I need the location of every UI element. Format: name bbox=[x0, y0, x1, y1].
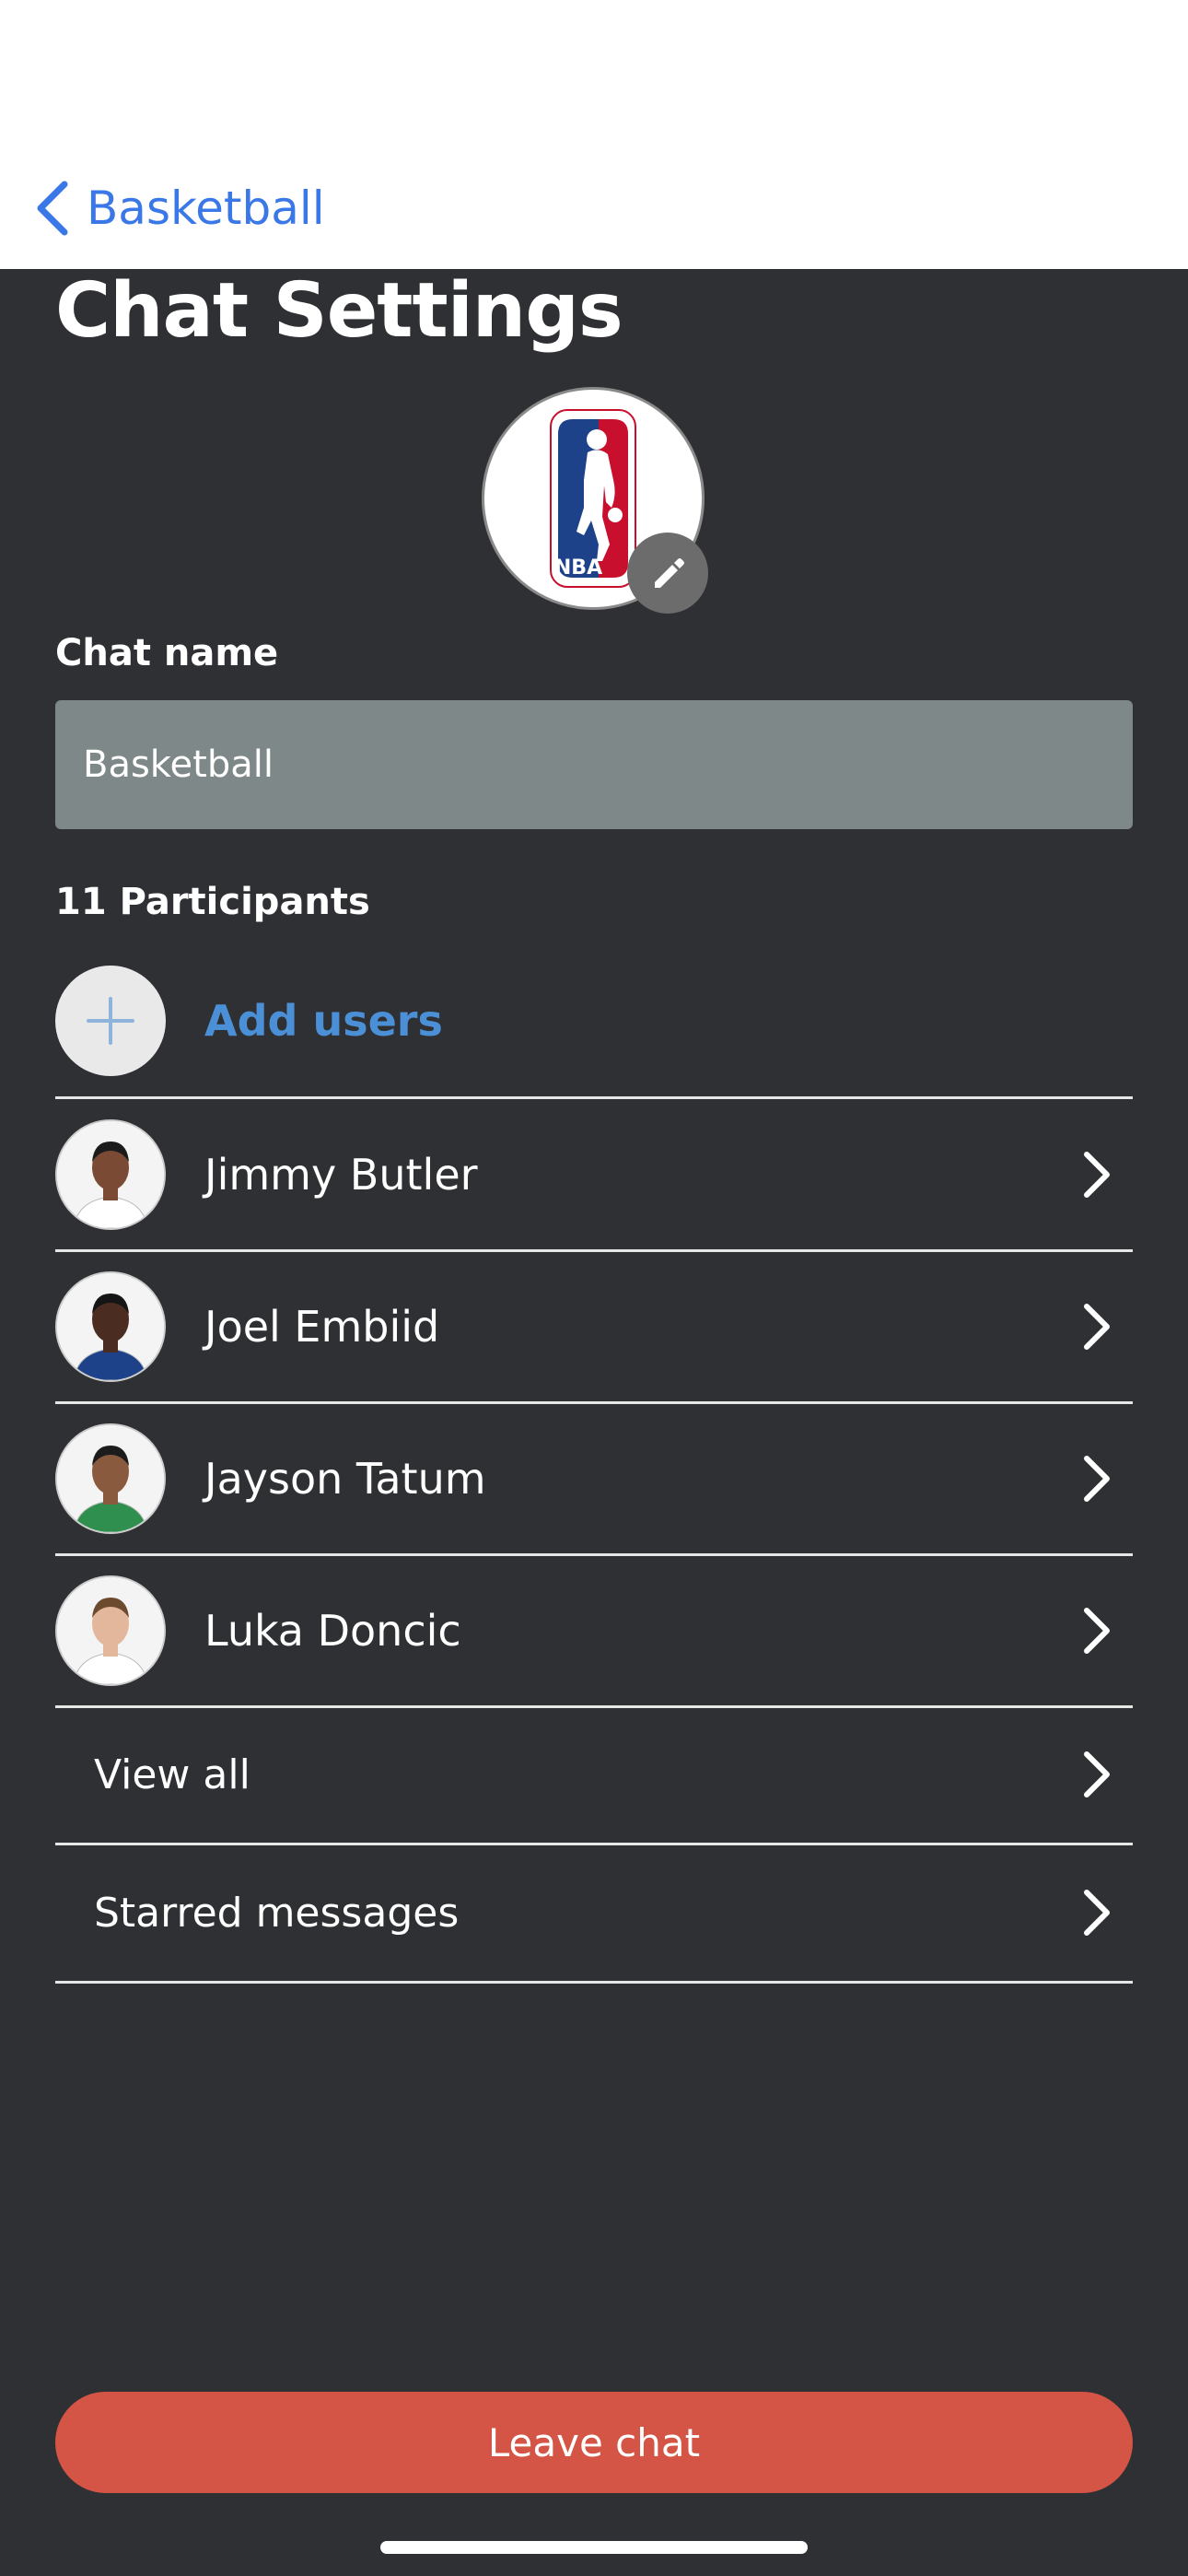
participants-count: 11 Participants bbox=[55, 881, 370, 923]
add-users-button[interactable]: Add users bbox=[55, 966, 1133, 1076]
participant-name: Joel Embiid bbox=[204, 1302, 440, 1352]
divider bbox=[55, 1843, 1133, 1845]
chevron-right-icon bbox=[1084, 1890, 1110, 1936]
participant-row[interactable]: Jayson Tatum bbox=[55, 1404, 1133, 1553]
back-button[interactable]: Basketball bbox=[33, 175, 325, 241]
avatar bbox=[55, 1271, 166, 1382]
divider bbox=[55, 1096, 1133, 1099]
chat-avatar[interactable]: NBA bbox=[482, 387, 708, 614]
leave-chat-button[interactable]: Leave chat bbox=[55, 2392, 1133, 2493]
home-indicator[interactable] bbox=[380, 2541, 808, 2554]
avatar bbox=[55, 1423, 166, 1534]
starred-messages-label: Starred messages bbox=[94, 1889, 460, 1937]
chevron-right-icon bbox=[1084, 1751, 1110, 1797]
view-all-label: View all bbox=[94, 1751, 250, 1798]
chevron-right-icon bbox=[1084, 1608, 1110, 1654]
logo-text: NBA bbox=[554, 556, 602, 580]
participant-row[interactable]: Joel Embiid bbox=[55, 1252, 1133, 1401]
edit-avatar-button[interactable] bbox=[627, 533, 708, 614]
avatar bbox=[55, 1119, 166, 1230]
view-all-row[interactable]: View all bbox=[55, 1708, 1133, 1841]
participant-name: Luka Doncic bbox=[204, 1606, 461, 1656]
page-title: Chat Settings bbox=[55, 267, 623, 355]
participant-row[interactable]: Jimmy Butler bbox=[55, 1100, 1133, 1249]
chevron-right-icon bbox=[1084, 1456, 1110, 1502]
pencil-icon bbox=[655, 558, 684, 588]
participant-row[interactable]: Luka Doncic bbox=[55, 1556, 1133, 1705]
chat-name-label: Chat name bbox=[55, 632, 279, 674]
participant-name: Jayson Tatum bbox=[204, 1454, 486, 1504]
add-users-label: Add users bbox=[204, 996, 443, 1046]
avatar bbox=[55, 1575, 166, 1686]
chevron-left-icon bbox=[37, 181, 68, 236]
plus-icon bbox=[55, 966, 166, 1076]
starred-messages-row[interactable]: Starred messages bbox=[55, 1846, 1133, 1979]
chevron-right-icon bbox=[1084, 1304, 1110, 1350]
chevron-right-icon bbox=[1084, 1152, 1110, 1198]
chat-name-input[interactable] bbox=[55, 700, 1133, 829]
back-label: Basketball bbox=[87, 181, 325, 235]
divider bbox=[55, 1981, 1133, 1984]
participant-name: Jimmy Butler bbox=[204, 1150, 478, 1200]
navigation-bar: Basketball bbox=[0, 0, 1188, 269]
